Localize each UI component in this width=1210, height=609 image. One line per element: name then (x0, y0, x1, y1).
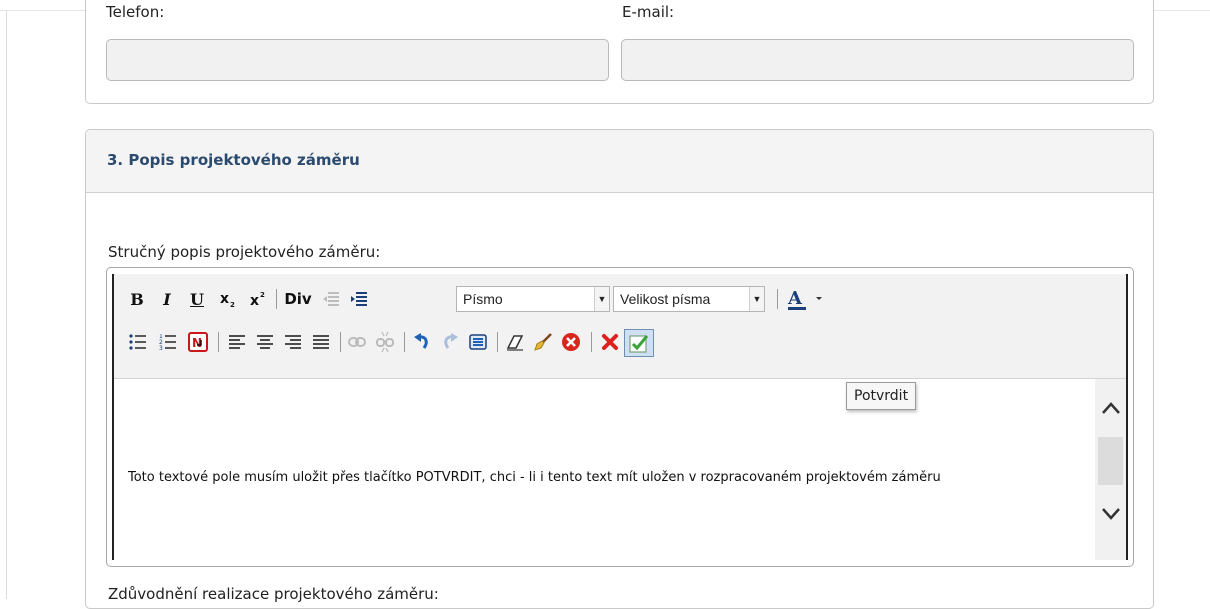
italic-button[interactable]: I (157, 288, 177, 310)
remove-format-icon (506, 335, 524, 351)
toolbar-separator (218, 332, 219, 352)
align-center-button[interactable] (254, 331, 276, 353)
indent-icon (351, 292, 367, 306)
subscript-icon: x2 (220, 291, 235, 309)
select-all-icon (469, 334, 487, 350)
scroll-thumb[interactable] (1098, 437, 1123, 485)
toolbar-separator (591, 332, 592, 352)
cancel-button[interactable] (599, 331, 621, 353)
scroll-down-icon[interactable] (1101, 507, 1121, 521)
align-right-button[interactable] (282, 331, 304, 353)
align-center-icon (257, 335, 273, 349)
justify-icon (313, 335, 329, 349)
toolbar-separator (777, 289, 778, 309)
bold-icon: B (130, 289, 144, 309)
svg-text:2: 2 (230, 301, 235, 309)
toolbar-separator (497, 332, 498, 352)
short-description-label: Stručný popis projektového záměru: (108, 243, 381, 261)
toolbar-separator (404, 332, 405, 352)
chevron-down-icon: ▼ (749, 287, 764, 311)
unlink-button[interactable] (374, 329, 396, 355)
subscript-button[interactable]: x2 (217, 288, 239, 310)
italic-icon: I (163, 289, 171, 309)
cancel-icon (602, 334, 618, 350)
font-size-select-value: Velikost písma (620, 291, 711, 307)
editor-frame: B I U x2 x2 Div Písmo ▼ Velikost písma ▼… (112, 274, 1128, 560)
editor-content-area[interactable]: Toto textové pole musím uložit přes tlač… (114, 379, 1126, 560)
section-3-header[interactable]: 3. Popis projektového záměru (86, 130, 1153, 193)
underline-button[interactable]: U (187, 288, 207, 310)
font-size-select[interactable]: Velikost písma ▼ (613, 286, 765, 312)
paste-word-button[interactable]: N (187, 331, 209, 353)
rich-text-editor: B I U x2 x2 Div Písmo ▼ Velikost písma ▼… (106, 267, 1134, 567)
svg-text:x: x (250, 293, 259, 309)
numbered-list-button[interactable]: 123 (157, 331, 179, 353)
align-right-icon (285, 335, 301, 349)
font-select[interactable]: Písmo ▼ (456, 286, 610, 312)
clear-icon (562, 333, 580, 351)
superscript-icon: x2 (250, 291, 265, 309)
page-left-border (6, 10, 7, 599)
redo-icon (444, 333, 458, 349)
underline-icon: U (190, 289, 204, 309)
bulleted-list-button[interactable] (127, 331, 149, 353)
cleanup-icon (534, 333, 552, 351)
cleanup-button[interactable] (532, 331, 554, 353)
confirm-tooltip: Potvrdit (846, 382, 917, 410)
svg-text:2: 2 (260, 291, 265, 299)
select-all-button[interactable] (467, 331, 489, 353)
section-3-panel: 3. Popis projektového záměru Stručný pop… (85, 129, 1154, 609)
outdent-icon (323, 292, 339, 306)
email-label: E-mail: (622, 3, 675, 21)
align-left-icon (229, 335, 245, 349)
email-input[interactable] (621, 39, 1134, 81)
svg-text:x: x (220, 291, 229, 307)
svg-text:A: A (787, 288, 803, 309)
section-3-title: 3. Popis projektového záměru (107, 151, 360, 169)
phone-input[interactable] (106, 39, 609, 81)
editor-toolbar: B I U x2 x2 Div Písmo ▼ Velikost písma ▼… (114, 274, 1126, 379)
confirm-button[interactable] (624, 329, 654, 357)
confirm-icon (629, 335, 649, 353)
font-select-value: Písmo (463, 291, 503, 307)
justification-label: Zdůvodnění realizace projektového záměru… (108, 585, 439, 603)
remove-format-button[interactable] (504, 331, 526, 353)
numbered-list-icon: 123 (159, 334, 176, 350)
font-color-button[interactable]: A (786, 286, 830, 312)
toolbar-separator (340, 332, 341, 352)
indent-button[interactable] (348, 288, 370, 310)
link-button[interactable] (346, 331, 368, 353)
paste-word-icon: N (188, 332, 208, 352)
unlink-icon (376, 331, 394, 353)
outdent-button[interactable] (320, 288, 342, 310)
contact-panel: Telefon: E-mail: (85, 0, 1154, 104)
link-icon (348, 337, 366, 347)
redo-button[interactable] (439, 331, 461, 353)
undo-icon (414, 333, 428, 349)
superscript-button[interactable]: x2 (247, 288, 269, 310)
div-icon: Div (284, 290, 312, 308)
bold-button[interactable]: B (127, 288, 147, 310)
div-button[interactable]: Div (282, 288, 314, 310)
toolbar-separator (276, 289, 277, 309)
font-color-icon: A (787, 288, 822, 310)
align-left-button[interactable] (226, 331, 248, 353)
chevron-down-icon: ▼ (594, 287, 609, 311)
bulleted-list-icon (129, 334, 146, 350)
undo-button[interactable] (411, 331, 433, 353)
justify-button[interactable] (310, 331, 332, 353)
phone-label: Telefon: (106, 3, 165, 21)
svg-text:3: 3 (159, 345, 163, 350)
scroll-up-icon[interactable] (1101, 401, 1121, 415)
clear-button[interactable] (560, 331, 582, 353)
editor-scrollbar[interactable] (1095, 379, 1126, 560)
editor-content-text: Toto textové pole musím uložit přes tlač… (128, 470, 941, 485)
